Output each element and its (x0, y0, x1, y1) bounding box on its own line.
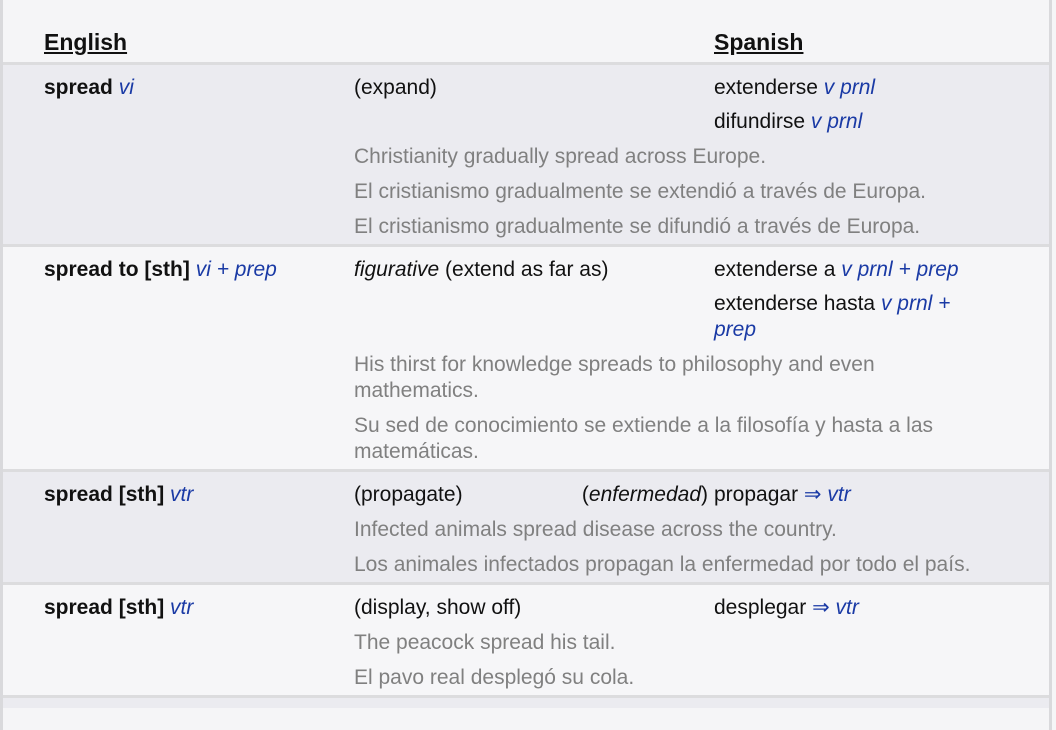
entry-sense: figurative (extend as far as) (354, 244, 714, 343)
translation: extenderse v prnl (714, 76, 876, 99)
example-row: The peacock spread his tail. (3, 621, 1049, 656)
entry-term[interactable]: spread [sth] (44, 596, 164, 619)
part-of-speech[interactable]: vtr (170, 483, 193, 506)
entry-row: spread vi (expand) extenderse v prnl dif… (3, 62, 1049, 135)
example-translation: El pavo real desplegó su cola. (354, 656, 1049, 697)
header-spacer (354, 0, 714, 64)
header-spanish: Spanish (714, 0, 1049, 64)
entry-term[interactable]: spread to [sth] (44, 258, 190, 281)
entry-sense: (display, show off) (354, 582, 714, 621)
entry-term[interactable]: spread [sth] (44, 483, 164, 506)
conjugation-arrow-icon[interactable]: ⇒ (804, 483, 822, 506)
entry-translations: desplegar ⇒ vtr (714, 582, 1049, 621)
entry-translations: extenderse v prnl difundirse v prnl (714, 62, 1049, 135)
entry-term-cell: spread [sth] vtr (3, 469, 354, 508)
table-header-row: English Spanish (3, 0, 1049, 64)
entry-translations: extenderse a v prnl + prep extenderse ha… (714, 244, 1049, 343)
example-sentence: His thirst for knowledge spreads to phil… (354, 343, 1049, 404)
entry-sense: (expand) (354, 62, 714, 135)
translation-table: English Spanish spread vi (expand) exten… (3, 0, 1049, 708)
header-english: English (3, 0, 354, 64)
entry-term-cell: spread [sth] vtr (3, 582, 354, 621)
part-of-speech[interactable]: vi (119, 76, 134, 99)
translation: extenderse hasta v prnl + prep (714, 292, 951, 341)
example-row: El pavo real desplegó su cola. (3, 656, 1049, 697)
entry-row: spread [sth] vtr (propagate) (enfermedad… (3, 469, 1049, 508)
example-row: Los animales infectados propagan la enfe… (3, 543, 1049, 584)
context-label: (enfermedad) (581, 483, 708, 506)
example-translation: El cristianismo gradualmente se difundió… (354, 205, 1049, 246)
example-row: El cristianismo gradualmente se difundió… (3, 205, 1049, 246)
entry-translations: (enfermedad) propagar ⇒ vtr (582, 469, 1049, 508)
entry-term-cell: spread to [sth] vi + prep (3, 244, 354, 343)
example-row: Christianity gradually spread across Eur… (3, 135, 1049, 170)
entry-term-cell: spread vi (3, 62, 354, 135)
next-entry-row-partial (3, 695, 1049, 708)
example-sentence: The peacock spread his tail. (354, 621, 1049, 656)
example-sentence: Infected animals spread disease across t… (354, 508, 1049, 543)
example-row: El cristianismo gradualmente se extendió… (3, 170, 1049, 205)
example-translation: Su sed de conocimiento se extiende a la … (354, 404, 1049, 471)
conjugation-arrow-icon[interactable]: ⇒ (812, 596, 830, 619)
translation: extenderse a v prnl + prep (714, 258, 959, 281)
example-sentence: Christianity gradually spread across Eur… (354, 135, 1049, 170)
example-row: His thirst for knowledge spreads to phil… (3, 343, 1049, 404)
part-of-speech[interactable]: vtr (170, 596, 193, 619)
entry-row: spread [sth] vtr (display, show off) des… (3, 582, 1049, 621)
sense-label: figurative (354, 258, 440, 281)
part-of-speech[interactable]: vi + prep (196, 258, 277, 281)
entry-term[interactable]: spread (44, 76, 113, 99)
example-row: Su sed de conocimiento se extiende a la … (3, 404, 1049, 471)
translation: difundirse v prnl (714, 110, 863, 133)
example-translation: El cristianismo gradualmente se extendió… (354, 170, 1049, 205)
example-row: Infected animals spread disease across t… (3, 508, 1049, 543)
example-translation: Los animales infectados propagan la enfe… (354, 543, 1049, 584)
entry-row: spread to [sth] vi + prep figurative (ex… (3, 244, 1049, 343)
